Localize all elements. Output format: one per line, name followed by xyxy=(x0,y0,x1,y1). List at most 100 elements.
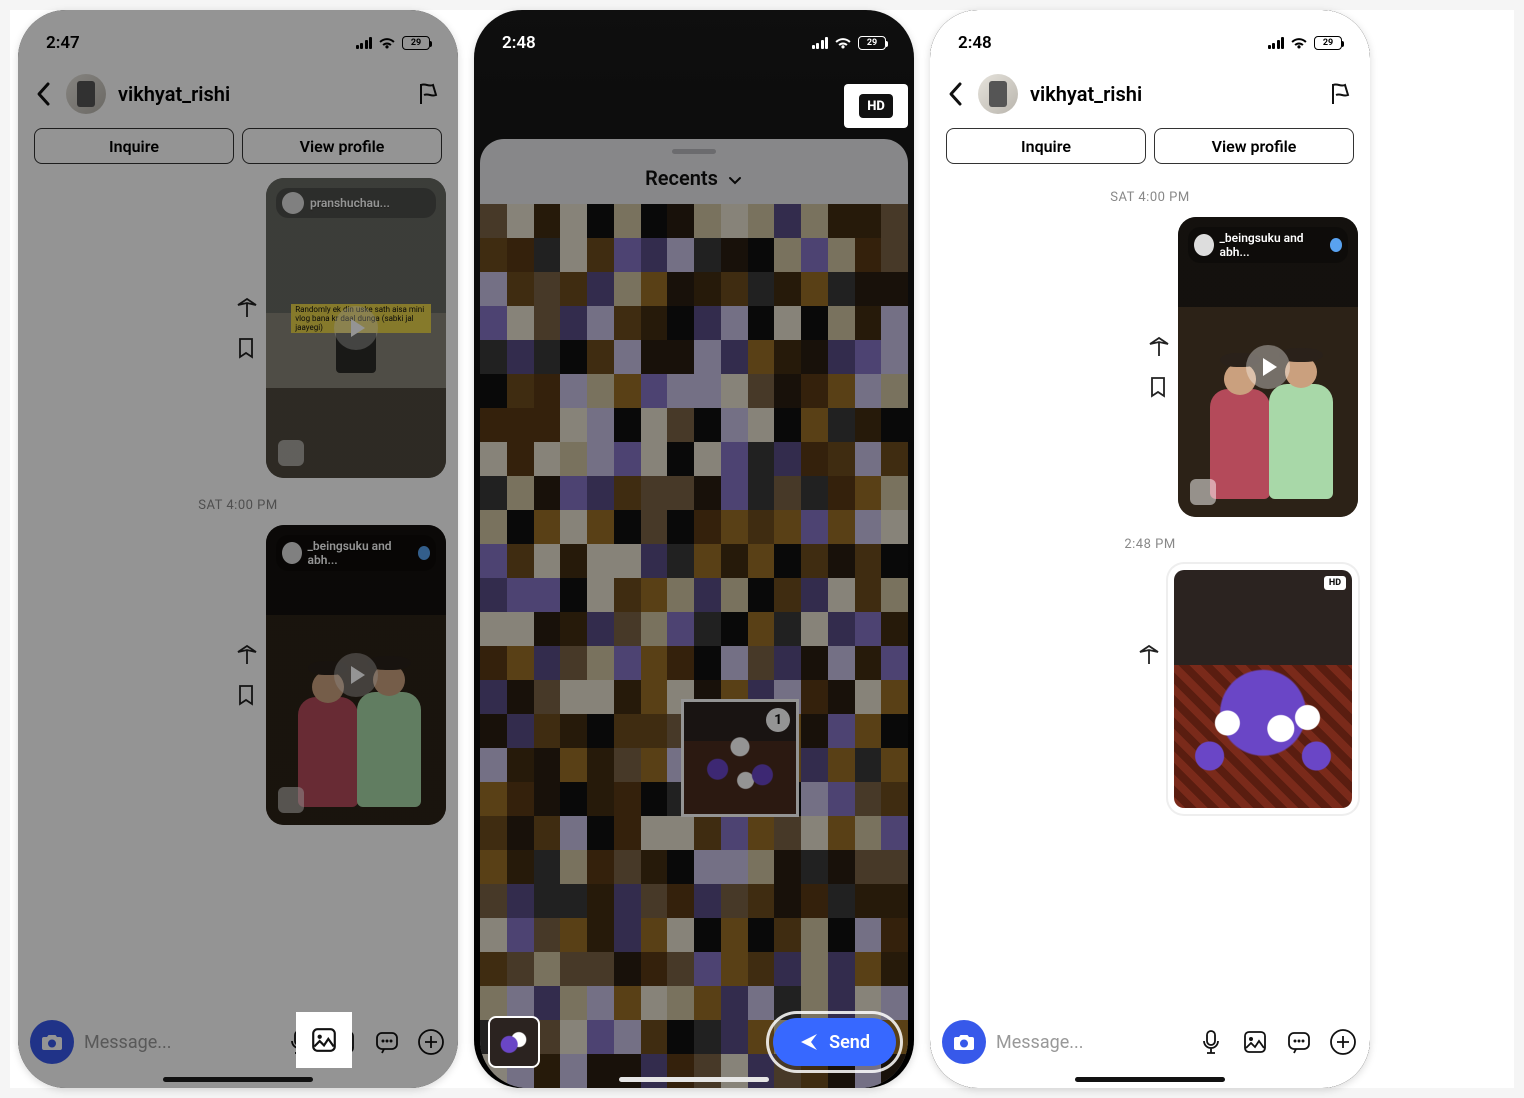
send-button[interactable]: Send xyxy=(773,1018,896,1066)
gallery-sheet[interactable]: Recents 1 xyxy=(480,139,908,1088)
plus-icon[interactable] xyxy=(1328,1027,1358,1057)
selection-number: 1 xyxy=(774,712,782,728)
battery-icon: 29 xyxy=(858,36,886,50)
chevron-down-icon xyxy=(727,172,743,188)
message-input[interactable]: Message... xyxy=(996,1032,1186,1053)
share-arrow-icon[interactable] xyxy=(236,644,258,666)
cellular-signal-icon xyxy=(356,37,373,49)
status-time: 2:48 xyxy=(502,33,536,53)
composer: Message... xyxy=(30,1020,446,1064)
hd-badge-icon: HD xyxy=(1324,576,1346,590)
hd-toggle[interactable]: HD xyxy=(844,84,908,128)
hd-label: HD xyxy=(1329,578,1341,588)
gallery-icon[interactable] xyxy=(1240,1027,1270,1057)
plus-icon[interactable] xyxy=(416,1027,446,1057)
screen-3-surface: 2:48 29 vikhyat_rishi xyxy=(930,10,1370,1088)
screen-2-surface: 2:48 29 Recents 1 xyxy=(474,10,914,1088)
battery-label: 29 xyxy=(1323,38,1333,48)
avatar[interactable] xyxy=(978,74,1018,114)
send-bar: Send xyxy=(474,1004,914,1088)
share-arrow-icon[interactable] xyxy=(1148,336,1170,358)
dm-username[interactable]: vikhyat_rishi xyxy=(1030,82,1316,106)
dm-header: vikhyat_rishi xyxy=(930,74,1370,114)
bookmark-icon[interactable] xyxy=(236,684,258,706)
message-actions xyxy=(236,644,258,706)
reel-author: _beingsuku and abh... xyxy=(308,539,412,567)
back-button[interactable] xyxy=(34,80,54,108)
bookmark-icon[interactable] xyxy=(236,337,258,359)
reel-author: pranshuchau... xyxy=(310,196,390,210)
gallery-icon[interactable] xyxy=(328,1027,358,1057)
avatar[interactable] xyxy=(66,74,106,114)
bookmark-icon[interactable] xyxy=(1148,376,1170,398)
dm-header: vikhyat_rishi xyxy=(18,74,458,114)
status-right: 29 xyxy=(356,36,431,50)
phone-screen-3: 2:48 29 vikhyat_rishi xyxy=(930,10,1370,1088)
flag-icon[interactable] xyxy=(1328,81,1354,107)
album-title: Recents xyxy=(645,166,718,190)
wifi-icon xyxy=(1290,36,1308,50)
view-profile-label: View profile xyxy=(300,137,385,156)
share-arrow-icon[interactable] xyxy=(1138,644,1160,666)
message-sent-image: HD xyxy=(942,564,1358,814)
share-arrow-icon[interactable] xyxy=(236,297,258,319)
wifi-icon xyxy=(834,36,852,50)
highlight-send: Send xyxy=(769,1014,900,1070)
status-time: 2:47 xyxy=(46,33,80,53)
reel-card[interactable]: _beingsuku and abh... xyxy=(266,525,446,825)
battery-icon: 29 xyxy=(402,36,430,50)
reel-author: _beingsuku and abh... xyxy=(1220,231,1324,259)
battery-icon: 29 xyxy=(1314,36,1342,50)
battery-label: 29 xyxy=(411,38,421,48)
selected-photo[interactable]: 1 xyxy=(681,699,799,817)
chat-body[interactable]: Randomly ek din uske sath aisa mini vlog… xyxy=(18,170,458,998)
play-icon xyxy=(334,306,378,350)
message-actions xyxy=(1148,336,1170,398)
status-right: 29 xyxy=(1268,36,1343,50)
sticker-icon[interactable] xyxy=(1284,1027,1314,1057)
action-row: Inquire View profile xyxy=(946,128,1354,164)
message-actions xyxy=(236,297,258,359)
verified-icon xyxy=(418,546,430,560)
message-reel-2: _beingsuku and abh... xyxy=(942,217,1358,517)
photo-grid[interactable] xyxy=(480,204,908,1088)
chat-body[interactable]: SAT 4:00 PM _beingsuku and abh... xyxy=(930,170,1370,998)
status-bar: 2:48 29 xyxy=(474,10,914,64)
cellular-signal-icon xyxy=(1268,37,1285,49)
composer-icons xyxy=(1196,1027,1358,1057)
view-profile-button[interactable]: View profile xyxy=(1154,128,1354,164)
play-icon xyxy=(334,653,378,697)
inquire-button[interactable]: Inquire xyxy=(34,128,234,164)
send-plane-icon xyxy=(799,1032,819,1052)
mic-icon[interactable] xyxy=(1196,1027,1226,1057)
reel-card[interactable]: _beingsuku and abh... xyxy=(1178,217,1358,517)
hd-label: HD xyxy=(859,94,893,118)
reel-card[interactable]: Randomly ek din uske sath aisa mini vlog… xyxy=(266,178,446,478)
battery-label: 29 xyxy=(867,38,877,48)
mic-icon[interactable] xyxy=(284,1027,314,1057)
selected-thumbnail[interactable] xyxy=(488,1016,540,1068)
status-bar: 2:48 29 xyxy=(930,10,1370,64)
back-button[interactable] xyxy=(946,80,966,108)
status-bar: 2:47 29 xyxy=(18,10,458,64)
message-reel-2: _beingsuku and abh... xyxy=(30,525,446,825)
album-selector[interactable]: Recents xyxy=(480,160,908,204)
sticker-icon[interactable] xyxy=(372,1027,402,1057)
sheet-grabber[interactable] xyxy=(672,149,716,154)
inquire-button[interactable]: Inquire xyxy=(946,128,1146,164)
camera-button[interactable] xyxy=(942,1020,986,1064)
dm-username[interactable]: vikhyat_rishi xyxy=(118,82,404,106)
inquire-label: Inquire xyxy=(109,137,159,156)
chat-timestamp: SAT 4:00 PM xyxy=(942,190,1358,205)
screen-1-surface: 2:47 29 vikhyat_rishi xyxy=(18,10,458,1088)
status-time: 2:48 xyxy=(958,33,992,53)
message-input[interactable]: Message... xyxy=(84,1032,274,1053)
sent-image[interactable]: HD xyxy=(1168,564,1358,814)
wifi-icon xyxy=(378,36,396,50)
view-profile-button[interactable]: View profile xyxy=(242,128,442,164)
view-profile-label: View profile xyxy=(1212,137,1297,156)
flag-icon[interactable] xyxy=(416,81,442,107)
send-label: Send xyxy=(829,1032,870,1053)
composer-icons xyxy=(284,1027,446,1057)
camera-button[interactable] xyxy=(30,1020,74,1064)
